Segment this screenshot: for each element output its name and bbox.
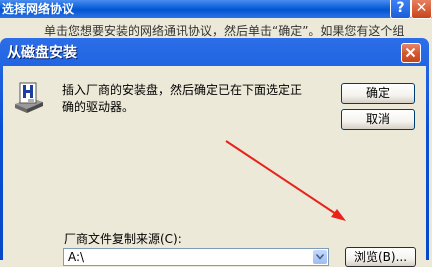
cancel-button[interactable]: 取消 (341, 109, 415, 130)
dialog-title: 从磁盘安装 (7, 45, 77, 61)
background-titlebar: 选择网络协议 ? ✕ (0, 0, 432, 19)
install-from-disk-dialog: 从磁盘安装 插入厂商的安装盘，然后确定已在下面选定正确的驱动器。 确定 取消 厂… (0, 38, 429, 267)
background-instruction-text: 单击您想要安装的网络通讯协议，然后单击“确定”。如果您有这个组 (44, 24, 405, 38)
background-close-button[interactable]: ✕ (411, 0, 432, 19)
close-icon (405, 47, 416, 58)
browse-button[interactable]: 浏览(B)... (345, 247, 416, 267)
ok-button[interactable]: 确定 (341, 83, 415, 104)
source-path-combobox[interactable]: A:\ (63, 248, 329, 266)
dropdown-button[interactable] (313, 250, 327, 264)
background-window-title: 选择网络协议 (2, 2, 75, 16)
chevron-down-icon (316, 254, 324, 260)
dialog-body: 插入厂商的安装盘，然后确定已在下面选定正确的驱动器。 确定 取消 厂商文件复制来… (3, 66, 426, 267)
dialog-titlebar[interactable]: 从磁盘安装 (0, 38, 429, 66)
source-path-input[interactable]: A:\ (68, 250, 84, 264)
browse-button-label: 浏览(B)... (353, 250, 408, 264)
instruction-message: 插入厂商的安装盘，然后确定已在下面选定正确的驱动器。 (62, 83, 303, 114)
source-path-label: 厂商文件复制来源(C): (64, 232, 182, 246)
help-button[interactable]: ? (390, 0, 411, 19)
dialog-close-button[interactable] (401, 43, 421, 63)
disk-drive-icon (15, 82, 43, 113)
